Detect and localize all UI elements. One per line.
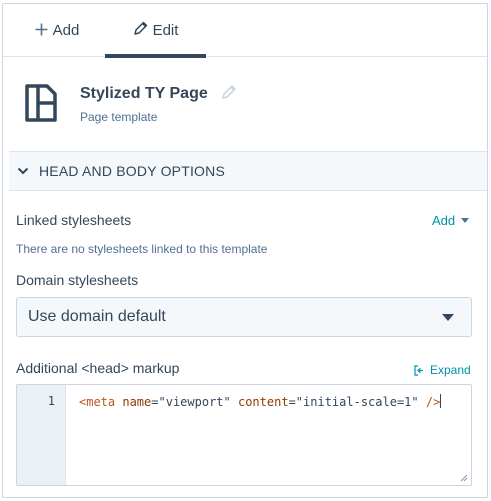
caret-down-icon bbox=[461, 218, 470, 223]
line-gutter: 1 bbox=[17, 385, 66, 485]
sidebar-panel: Add Edit Stylized TY Page Page template … bbox=[2, 3, 488, 498]
code-string: "viewport" bbox=[158, 395, 231, 409]
expand-icon bbox=[414, 364, 423, 376]
domain-stylesheets-label: Domain stylesheets bbox=[16, 272, 139, 288]
domain-stylesheets-select[interactable]: Use domain default bbox=[16, 297, 472, 337]
code-string: "initial-scale=1" bbox=[295, 395, 419, 409]
add-stylesheet-dropdown[interactable]: Add bbox=[432, 213, 470, 228]
code-tag-close: /> bbox=[425, 395, 441, 409]
pencil-icon bbox=[133, 21, 148, 40]
code-eq: = bbox=[151, 395, 159, 409]
code-line[interactable]: <meta name="viewport" content="initial-s… bbox=[79, 394, 442, 409]
code-attr: content bbox=[237, 395, 289, 409]
head-markup-editor[interactable]: 1 <meta name="viewport" content="initial… bbox=[16, 384, 472, 486]
section-title: HEAD AND BODY OPTIONS bbox=[39, 163, 225, 179]
template-title: Stylized TY Page bbox=[80, 85, 208, 102]
tab-bar: Add Edit bbox=[3, 4, 487, 58]
text-cursor bbox=[440, 394, 442, 408]
head-body-options-header[interactable]: HEAD AND BODY OPTIONS bbox=[9, 151, 487, 191]
page-template-icon bbox=[25, 84, 57, 122]
code-tag: <meta bbox=[79, 395, 116, 409]
code-eq: = bbox=[288, 395, 296, 409]
resize-handle-icon[interactable] bbox=[460, 474, 468, 482]
domain-stylesheets-value: Use domain default bbox=[28, 308, 166, 325]
tab-add-label: Add bbox=[52, 22, 80, 39]
chevron-down-icon bbox=[17, 167, 29, 175]
template-type: Page template bbox=[80, 110, 158, 124]
tab-add[interactable]: Add bbox=[13, 4, 101, 57]
linked-stylesheets-label: Linked stylesheets bbox=[16, 212, 132, 228]
tab-edit-label: Edit bbox=[152, 22, 179, 39]
code-attr: name bbox=[122, 395, 152, 409]
expand-label: Expand bbox=[430, 363, 471, 377]
add-stylesheet-label: Add bbox=[432, 213, 456, 228]
tab-edit[interactable]: Edit bbox=[105, 4, 206, 58]
expand-editor-button[interactable]: Expand bbox=[414, 363, 471, 377]
no-stylesheets-message: There are no stylesheets linked to this … bbox=[16, 242, 268, 256]
line-number: 1 bbox=[47, 394, 55, 408]
edit-title-pencil-icon[interactable] bbox=[221, 84, 239, 102]
plus-icon bbox=[35, 21, 48, 40]
dropdown-arrow-icon bbox=[442, 314, 454, 321]
head-markup-label: Additional <head> markup bbox=[16, 360, 180, 376]
